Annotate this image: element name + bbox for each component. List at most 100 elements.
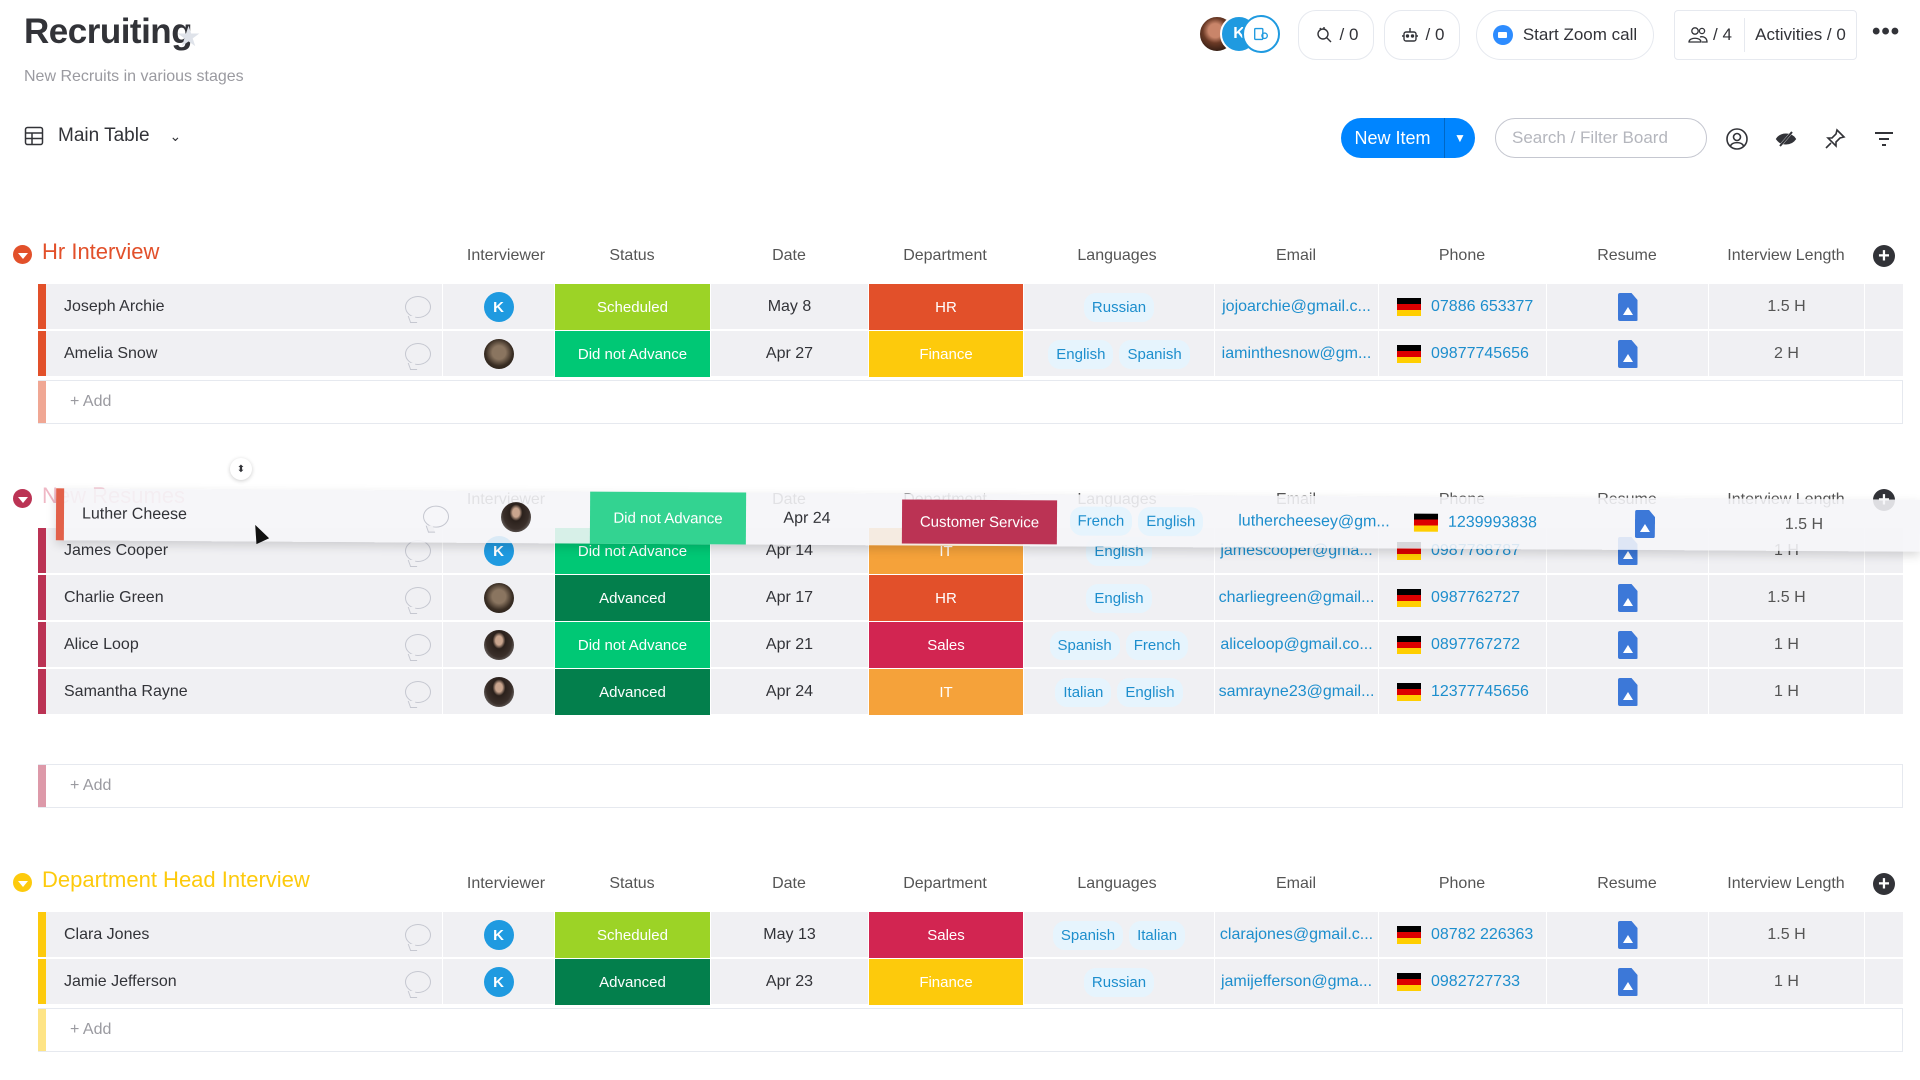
- interviewer-cell[interactable]: [442, 669, 554, 715]
- phone-cell[interactable]: 0987762727: [1378, 575, 1546, 621]
- item-name[interactable]: Charlie Green: [46, 575, 442, 621]
- column-header[interactable]: Languages: [1037, 247, 1197, 265]
- resume-cell[interactable]: [1546, 331, 1708, 377]
- add-item-label[interactable]: + Add: [70, 1021, 111, 1039]
- languages-cell[interactable]: Russian: [1023, 284, 1214, 330]
- column-header[interactable]: Department: [865, 875, 1025, 893]
- row-resize-handle[interactable]: ⬍: [230, 458, 252, 480]
- item-name[interactable]: Alice Loop: [46, 622, 442, 668]
- phone-cell[interactable]: 0897767272: [1378, 622, 1546, 668]
- email-cell[interactable]: jamijefferson@gma...: [1214, 959, 1378, 1005]
- language-tag[interactable]: Russian: [1083, 967, 1155, 997]
- interview-length-cell[interactable]: 2 H: [1708, 331, 1864, 377]
- interviewer-cell[interactable]: [442, 622, 554, 668]
- resume-cell[interactable]: [1546, 669, 1708, 715]
- language-tag[interactable]: French: [1069, 505, 1133, 536]
- item-name[interactable]: Joseph Archie: [46, 284, 442, 330]
- pin-icon[interactable]: [1822, 126, 1848, 152]
- table-row[interactable]: Samantha Rayne Advanced Apr 24 IT Italian Eng…: [38, 669, 1903, 715]
- column-header[interactable]: Email: [1216, 875, 1376, 893]
- interviewer-cell[interactable]: [460, 491, 572, 544]
- status-cell[interactable]: Did not Advance: [589, 491, 747, 545]
- department-cell[interactable]: Sales: [868, 622, 1023, 668]
- board-subscribers[interactable]: K: [1198, 15, 1284, 55]
- date-cell[interactable]: Apr 21: [710, 622, 868, 668]
- phone-number[interactable]: 08782 226363: [1431, 926, 1533, 944]
- interviewer-avatar-photo[interactable]: [483, 339, 514, 369]
- column-header[interactable]: Languages: [1037, 875, 1197, 893]
- updates-cell[interactable]: [398, 284, 438, 330]
- item-name[interactable]: Amelia Snow: [46, 331, 442, 377]
- language-tag[interactable]: Russian: [1083, 292, 1155, 322]
- person-filter-icon[interactable]: [1724, 126, 1750, 152]
- resume-cell[interactable]: [1546, 284, 1708, 330]
- language-tag[interactable]: English: [1048, 339, 1114, 369]
- new-item-dropdown-chevron-icon[interactable]: ▼: [1445, 131, 1475, 145]
- phone-number[interactable]: 0987762727: [1431, 589, 1520, 607]
- column-header[interactable]: Status: [552, 875, 712, 893]
- status-cell[interactable]: Scheduled: [554, 284, 710, 330]
- google-drive-file-icon[interactable]: [1617, 340, 1638, 368]
- language-tag[interactable]: English: [1117, 677, 1183, 707]
- activities-button[interactable]: Activities / 0: [1745, 25, 1856, 45]
- comment-bubble-icon[interactable]: [405, 924, 431, 946]
- integrations-button[interactable]: / 0: [1298, 10, 1374, 60]
- google-drive-file-icon[interactable]: [1617, 584, 1638, 612]
- interviewer-avatar-k[interactable]: K: [483, 292, 514, 322]
- interviewer-cell[interactable]: K: [442, 284, 554, 330]
- status-cell[interactable]: Scheduled: [554, 912, 710, 958]
- date-cell[interactable]: Apr 23: [710, 959, 868, 1005]
- google-drive-file-icon[interactable]: [1617, 631, 1638, 659]
- group-title[interactable]: Hr Interview: [42, 239, 159, 265]
- status-cell[interactable]: Did not Advance: [554, 622, 710, 668]
- google-drive-file-icon[interactable]: [1617, 293, 1638, 321]
- interviewer-avatar-k[interactable]: K: [483, 967, 514, 997]
- interview-length-cell[interactable]: 1 H: [1708, 669, 1864, 715]
- comment-bubble-icon[interactable]: [422, 505, 450, 528]
- phone-cell[interactable]: 1239993838: [1396, 496, 1564, 549]
- email-cell[interactable]: samrayne23@gmail...: [1214, 669, 1378, 715]
- status-cell[interactable]: Advanced: [554, 959, 710, 1005]
- updates-cell[interactable]: [398, 959, 438, 1005]
- start-zoom-call-button[interactable]: Start Zoom call: [1476, 10, 1654, 60]
- updates-cell[interactable]: [398, 622, 438, 668]
- email-cell[interactable]: clarajones@gmail.c...: [1214, 912, 1378, 958]
- department-cell[interactable]: Finance: [868, 959, 1023, 1005]
- languages-cell[interactable]: English: [1023, 575, 1214, 621]
- column-header[interactable]: Interview Length: [1706, 875, 1866, 893]
- date-cell[interactable]: Apr 27: [710, 331, 868, 377]
- updates-cell[interactable]: [416, 491, 456, 543]
- status-cell[interactable]: Advanced: [554, 669, 710, 715]
- date-cell[interactable]: Apr 24: [710, 669, 868, 715]
- email-cell[interactable]: iaminthesnow@gm...: [1214, 331, 1378, 377]
- phone-number[interactable]: 07886 653377: [1431, 298, 1533, 316]
- department-cell[interactable]: Sales: [868, 912, 1023, 958]
- interviewer-avatar-photo[interactable]: [483, 677, 514, 707]
- group-title[interactable]: Department Head Interview: [42, 867, 310, 893]
- email-cell[interactable]: jojoarchie@gmail.c...: [1214, 284, 1378, 330]
- column-header[interactable]: Resume: [1547, 247, 1707, 265]
- phone-number[interactable]: 1239993838: [1448, 514, 1537, 533]
- resume-cell[interactable]: [1564, 498, 1726, 551]
- column-header[interactable]: Email: [1216, 247, 1376, 265]
- column-header[interactable]: Department: [865, 247, 1025, 265]
- search-filter-input[interactable]: [1495, 118, 1707, 158]
- department-cell[interactable]: HR: [868, 284, 1023, 330]
- email-cell[interactable]: charliegreen@gmail...: [1214, 575, 1378, 621]
- favorite-star-icon[interactable]: ★: [176, 20, 201, 53]
- date-cell[interactable]: May 13: [710, 912, 868, 958]
- resume-cell[interactable]: [1546, 622, 1708, 668]
- column-header[interactable]: Phone: [1382, 247, 1542, 265]
- department-cell[interactable]: IT: [868, 669, 1023, 715]
- phone-number[interactable]: 12377745656: [1431, 683, 1529, 701]
- interview-length-cell[interactable]: 1.5 H: [1708, 284, 1864, 330]
- table-row[interactable]: Jamie Jefferson K Advanced Apr 23 Finance Rus…: [38, 959, 1903, 1005]
- language-tag[interactable]: Spanish: [1119, 339, 1190, 369]
- resume-cell[interactable]: [1546, 575, 1708, 621]
- phone-number[interactable]: 09877745656: [1431, 345, 1529, 363]
- department-cell[interactable]: Customer Service: [901, 499, 1058, 545]
- date-cell[interactable]: Apr 24: [728, 492, 886, 545]
- interviewer-cell[interactable]: [442, 575, 554, 621]
- table-row[interactable]: Charlie Green Advanced Apr 17 HR English char…: [38, 575, 1903, 621]
- column-header[interactable]: Interview Length: [1706, 247, 1866, 265]
